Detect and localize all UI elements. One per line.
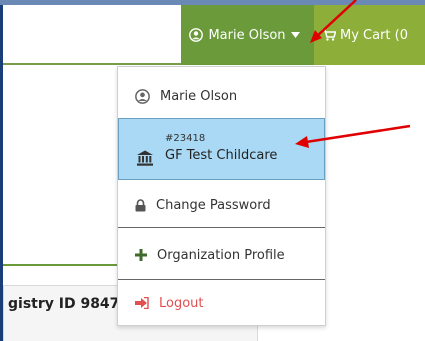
annotation-arrows [295,0,411,148]
annotation-arrow-to-user-menu [315,0,357,38]
annotation-arrowhead [295,136,309,148]
annotation-arrow-to-organization [305,124,411,144]
